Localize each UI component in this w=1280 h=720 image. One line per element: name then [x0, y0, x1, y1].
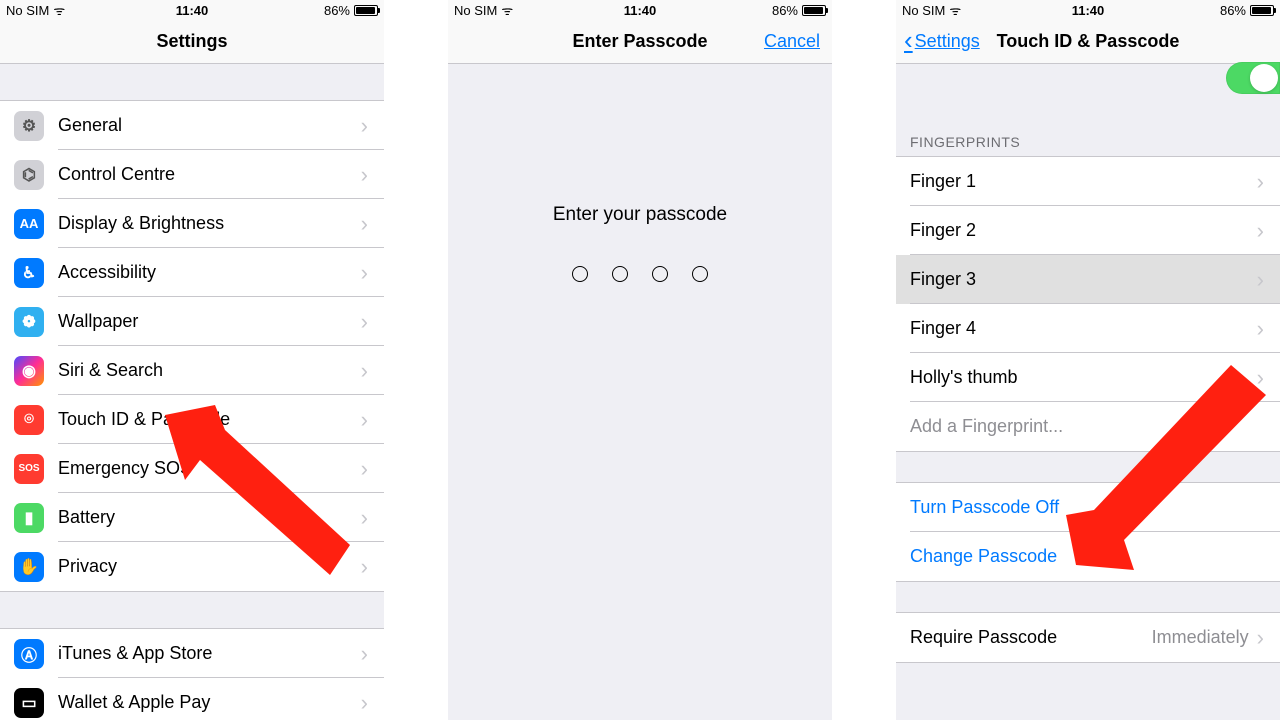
toggle-switch[interactable]	[1226, 62, 1280, 94]
passcode-dot	[652, 266, 668, 282]
chevron-right-icon: ›	[361, 507, 368, 529]
require-passcode-row[interactable]: Require Passcode Immediately ›	[896, 613, 1280, 662]
fingerprints-list: Finger 1 › Finger 2 › Finger 3 › Finger …	[896, 156, 1280, 452]
sliders-icon: ⌬	[14, 160, 44, 190]
chevron-right-icon: ›	[361, 556, 368, 578]
chevron-right-icon: ›	[361, 360, 368, 382]
require-passcode-value: Immediately	[1152, 627, 1249, 648]
nav-bar: ‹Settings Touch ID & Passcode	[896, 20, 1280, 64]
status-bar: No SIM ᯤ 11:40 86%	[896, 0, 1280, 20]
chevron-right-icon: ›	[1257, 367, 1264, 389]
fingerprint-icon: ⌾	[14, 405, 44, 435]
battery-pct: 86%	[324, 3, 350, 18]
chevron-right-icon: ›	[361, 692, 368, 714]
chevron-right-icon: ›	[361, 262, 368, 284]
chevron-right-icon: ›	[361, 311, 368, 333]
screen-settings: No SIM ᯤ 11:40 86% Settings ⚙︎ General ›…	[0, 0, 384, 720]
settings-row-wallpaper[interactable]: ❁ Wallpaper ›	[0, 297, 384, 346]
turn-passcode-off-row[interactable]: Turn Passcode Off	[896, 483, 1280, 532]
chevron-right-icon: ›	[361, 643, 368, 665]
chevron-right-icon: ›	[361, 409, 368, 431]
wallpaper-icon: ❁	[14, 307, 44, 337]
screen-touchid-passcode: No SIM ᯤ 11:40 86% ‹Settings Touch ID & …	[896, 0, 1280, 720]
settings-row-privacy[interactable]: ✋ Privacy ›	[0, 542, 384, 591]
chevron-right-icon: ›	[1257, 627, 1264, 649]
carrier-label: No SIM	[6, 3, 49, 18]
settings-row-siri[interactable]: ◉ Siri & Search ›	[0, 346, 384, 395]
change-passcode-row[interactable]: Change Passcode	[896, 532, 1280, 581]
nav-title: Settings	[156, 31, 227, 52]
battery-icon	[802, 5, 826, 16]
chevron-left-icon: ‹	[904, 27, 913, 53]
passcode-prompt: Enter your passcode	[448, 204, 832, 226]
settings-list-group2: Ⓐ iTunes & App Store › ▭ Wallet & Apple …	[0, 628, 384, 720]
settings-row-display[interactable]: AA Display & Brightness ›	[0, 199, 384, 248]
battery-icon	[354, 5, 378, 16]
wifi-icon: ᯤ	[501, 1, 513, 19]
settings-row-control-centre[interactable]: ⌬ Control Centre ›	[0, 150, 384, 199]
settings-row-general[interactable]: ⚙︎ General ›	[0, 101, 384, 150]
clock: 11:40	[130, 3, 254, 18]
fingerprint-row[interactable]: Finger 4 ›	[896, 304, 1280, 353]
fingerprint-row[interactable]: Finger 2 ›	[896, 206, 1280, 255]
passcode-dot	[612, 266, 628, 282]
require-passcode: Require Passcode Immediately ›	[896, 612, 1280, 663]
nav-title: Enter Passcode	[572, 31, 707, 52]
passcode-dot	[572, 266, 588, 282]
settings-row-accessibility[interactable]: ♿︎ Accessibility ›	[0, 248, 384, 297]
fingerprint-row[interactable]: Holly's thumb ›	[896, 353, 1280, 402]
chevron-right-icon: ›	[1257, 220, 1264, 242]
gear-icon: ⚙︎	[14, 111, 44, 141]
passcode-dots	[448, 266, 832, 282]
settings-row-touchid[interactable]: ⌾ Touch ID & Passcode ›	[0, 395, 384, 444]
back-button[interactable]: ‹Settings	[904, 20, 980, 63]
settings-row-itunes[interactable]: Ⓐ iTunes & App Store ›	[0, 629, 384, 678]
settings-list: ⚙︎ General › ⌬ Control Centre › AA Displ…	[0, 100, 384, 592]
settings-row-wallet[interactable]: ▭ Wallet & Apple Pay ›	[0, 678, 384, 720]
siri-icon: ◉	[14, 356, 44, 386]
battery-icon	[1250, 5, 1274, 16]
battery-icon: ▮	[14, 503, 44, 533]
hand-icon: ✋	[14, 552, 44, 582]
settings-row-battery[interactable]: ▮ Battery ›	[0, 493, 384, 542]
chevron-right-icon: ›	[1257, 171, 1264, 193]
group-header-fingerprints: FINGERPRINTS	[896, 120, 1280, 156]
text-size-icon: AA	[14, 209, 44, 239]
chevron-right-icon: ›	[361, 458, 368, 480]
chevron-right-icon: ›	[1257, 318, 1264, 340]
fingerprint-row[interactable]: Finger 1 ›	[896, 157, 1280, 206]
nav-bar: Enter Passcode Cancel	[448, 20, 832, 64]
sos-icon: SOS	[14, 454, 44, 484]
passcode-actions: Turn Passcode Off Change Passcode	[896, 482, 1280, 582]
add-fingerprint-row[interactable]: Add a Fingerprint...	[896, 402, 1280, 451]
fingerprint-row[interactable]: Finger 3 ›	[896, 255, 1280, 304]
chevron-right-icon: ›	[361, 115, 368, 137]
passcode-dot	[692, 266, 708, 282]
accessibility-icon: ♿︎	[14, 258, 44, 288]
wallet-icon: ▭	[14, 688, 44, 718]
chevron-right-icon: ›	[361, 164, 368, 186]
chevron-right-icon: ›	[1257, 269, 1264, 291]
status-bar: No SIM ᯤ 11:40 86%	[0, 0, 384, 20]
appstore-icon: Ⓐ	[14, 639, 44, 669]
screen-enter-passcode: No SIM ᯤ 11:40 86% Enter Passcode Cancel…	[448, 0, 832, 720]
wifi-icon: ᯤ	[53, 1, 65, 19]
chevron-right-icon: ›	[361, 213, 368, 235]
settings-row-sos[interactable]: SOS Emergency SOS ›	[0, 444, 384, 493]
cancel-button[interactable]: Cancel	[764, 20, 820, 63]
nav-title: Touch ID & Passcode	[997, 31, 1180, 52]
wifi-icon: ᯤ	[949, 1, 961, 19]
status-bar: No SIM ᯤ 11:40 86%	[448, 0, 832, 20]
nav-bar: Settings	[0, 20, 384, 64]
